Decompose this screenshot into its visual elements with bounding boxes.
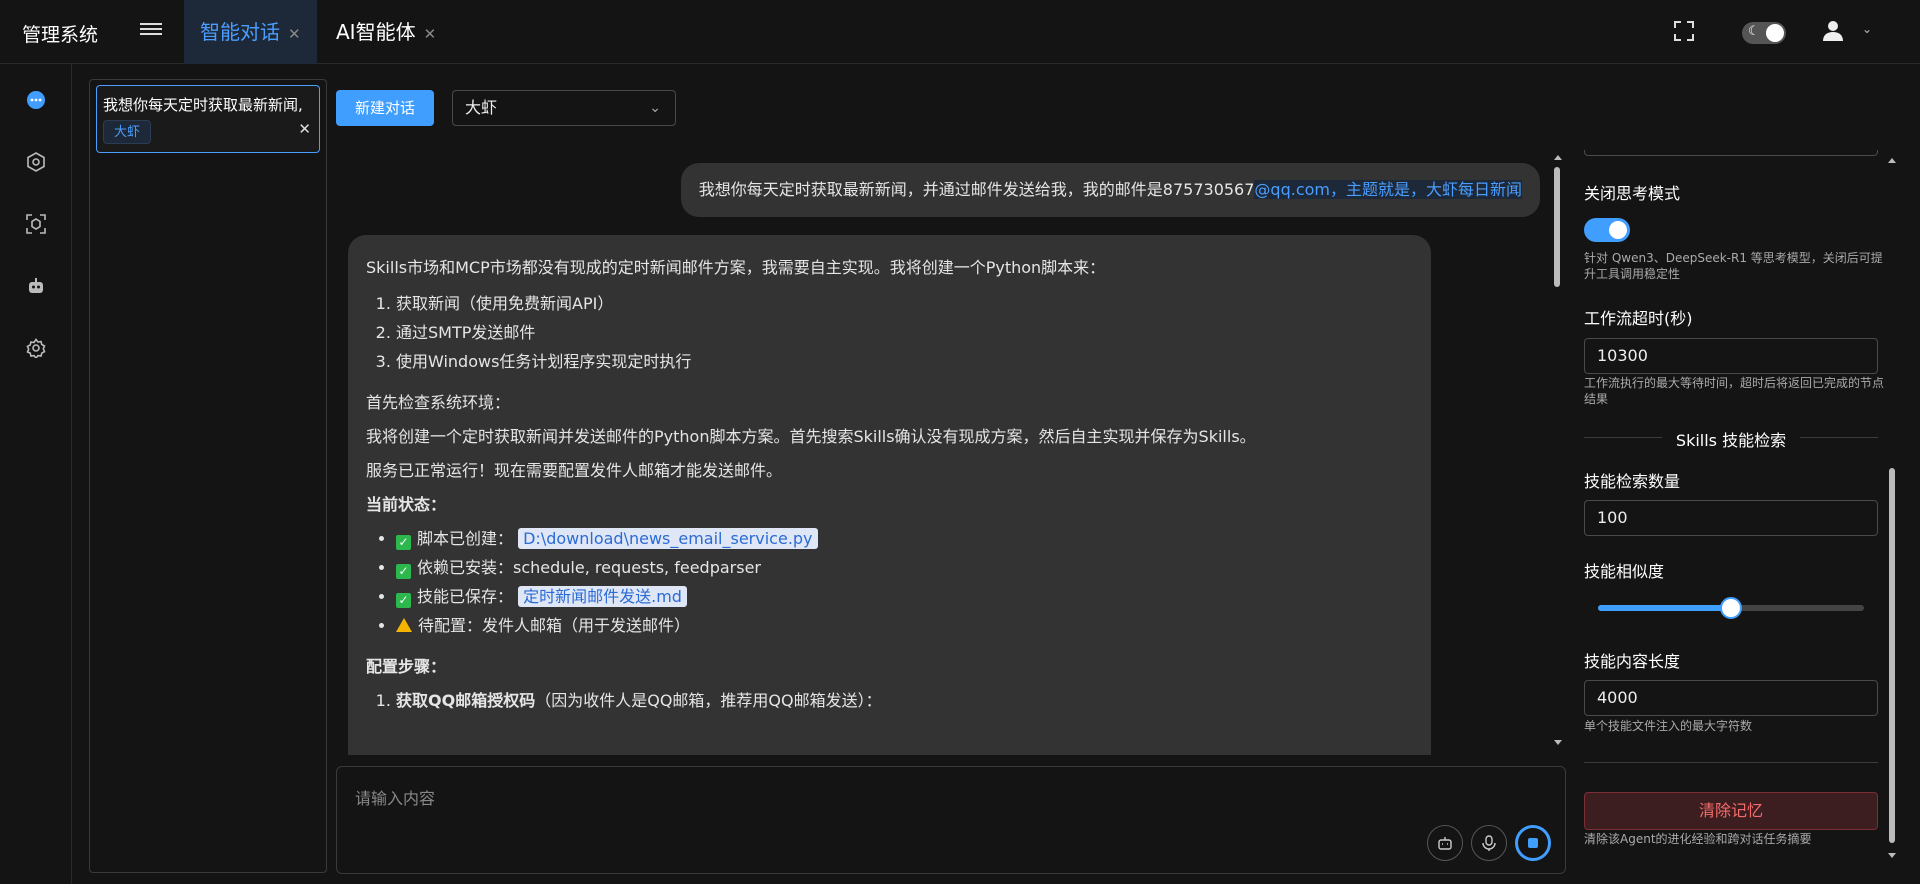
- chevron-down-icon[interactable]: ⌄: [1862, 22, 1872, 36]
- check-icon: ✓: [396, 535, 411, 550]
- clear-memory-hint: 清除该Agent的进化经验和跨对话任务摘要: [1584, 832, 1812, 846]
- think-mode-hint: 针对 Qwen3、DeepSeek-R1 等思考模型，关闭后可提升工具调用稳定性: [1584, 251, 1883, 281]
- tab-ai-agent[interactable]: AI智能体 ✕: [320, 0, 452, 64]
- length-input[interactable]: 4000: [1584, 680, 1878, 716]
- close-icon[interactable]: ✕: [424, 25, 437, 43]
- list-item: ✓脚本已创建： D:\download\news_email_service.p…: [396, 524, 1413, 553]
- conversation-title: 我想你每天定时获取最新新闻,: [103, 96, 303, 114]
- check-icon: ✓: [396, 564, 411, 579]
- theme-toggle-icon[interactable]: ☾: [1742, 22, 1786, 44]
- think-mode-toggle[interactable]: [1584, 218, 1630, 242]
- stop-icon: [1528, 838, 1538, 848]
- message-line: 首先检查系统环境：: [366, 393, 511, 412]
- list-item: ✓依赖已安装：schedule, requests, feedparser: [396, 553, 1413, 582]
- close-icon[interactable]: ✕: [298, 120, 311, 138]
- config-list: 获取QQ邮箱授权码（因为收件人是QQ邮箱，推荐用QQ邮箱发送）：: [396, 686, 1413, 715]
- chevron-down-icon: ⌄: [649, 100, 661, 116]
- count-input[interactable]: 100: [1584, 500, 1878, 536]
- menu-toggle-icon[interactable]: [140, 20, 162, 42]
- count-label: 技能检索数量: [1584, 472, 1681, 491]
- user-message-text: 我想你每天定时获取最新新闻，并通过邮件发送给我，我的邮件是875730567: [698, 180, 1255, 199]
- conversation-list: 我想你每天定时获取最新新闻, 大虾 ✕: [89, 79, 327, 873]
- similarity-slider[interactable]: [1598, 597, 1864, 619]
- plan-list: 获取新闻（使用免费新闻API） 通过SMTP发送邮件 使用Windows任务计划…: [396, 289, 1413, 376]
- timeout-hint: 工作流执行的最大等待时间，超时后将返回已完成的节点结果: [1584, 376, 1885, 406]
- new-chat-button[interactable]: 新建对话: [336, 90, 434, 126]
- chat-icon[interactable]: [24, 88, 48, 112]
- chat-messages[interactable]: 我想你每天定时获取最新新闻，并通过邮件发送给我，我的邮件是875730567@q…: [336, 145, 1558, 755]
- status-list: ✓脚本已创建： D:\download\news_email_service.p…: [396, 524, 1413, 640]
- sidebar: [0, 64, 72, 884]
- message-line: 服务已正常运行！现在需要配置发件人邮箱才能发送邮件。: [366, 461, 783, 480]
- microphone-button[interactable]: [1471, 825, 1507, 861]
- top-bar: 管理系统 智能对话 ✕ AI智能体 ✕ ☾ ⌄: [0, 0, 1920, 64]
- agent-select[interactable]: 大虾 ⌄: [452, 90, 676, 126]
- list-item: 使用Windows任务计划程序实现定时执行: [396, 347, 1413, 376]
- list-item: 获取新闻（使用免费新闻API）: [396, 289, 1413, 318]
- workflow-icon[interactable]: [24, 150, 48, 174]
- think-mode-label: 关闭思考模式: [1584, 184, 1681, 203]
- fullscreen-icon[interactable]: [1673, 20, 1695, 46]
- gear-icon[interactable]: [24, 336, 48, 360]
- message-line: 我将创建一个定时获取新闻并发送邮件的Python脚本方案。首先搜索Skills确…: [366, 427, 1256, 446]
- agent-tag: 大虾: [103, 120, 152, 144]
- email-link[interactable]: @qq.com，主题就是，大虾每日新闻: [1254, 180, 1522, 199]
- script-path[interactable]: D:\download\news_email_service.py: [518, 528, 818, 549]
- slider-fill: [1598, 605, 1731, 611]
- tab-label: AI智能体: [336, 20, 416, 44]
- list-item: ✓技能已保存： 定时新闻邮件发送.md: [396, 582, 1413, 611]
- app-title: 管理系统: [22, 24, 99, 46]
- check-icon: ✓: [396, 593, 411, 608]
- message-intro: Skills市场和MCP市场都没有现成的定时新闻邮件方案，我需要自主实现。我将创…: [366, 258, 1106, 277]
- close-icon[interactable]: ✕: [288, 25, 301, 43]
- list-item: 获取QQ邮箱授权码（因为收件人是QQ邮箱，推荐用QQ邮箱发送）：: [396, 686, 1413, 715]
- timeout-input[interactable]: 10300: [1584, 338, 1878, 374]
- divider: [1584, 762, 1878, 763]
- agent-select-value: 大虾: [465, 98, 498, 117]
- tab-label: 智能对话: [200, 20, 280, 44]
- robot-tool-button[interactable]: [1427, 825, 1463, 861]
- length-label: 技能内容长度: [1584, 652, 1681, 671]
- robot-icon[interactable]: [24, 274, 48, 298]
- list-item: 通过SMTP发送邮件: [396, 318, 1413, 347]
- length-hint: 单个技能文件注入的最大字符数: [1584, 719, 1753, 733]
- status-heading: 当前状态：: [366, 495, 447, 514]
- section-title: Skills 技能检索: [1584, 427, 1878, 451]
- skill-file[interactable]: 定时新闻邮件发送.md: [518, 586, 687, 607]
- config-heading: 配置步骤：: [366, 657, 447, 676]
- moon-icon: ☾: [1748, 24, 1760, 39]
- list-item[interactable]: 我想你每天定时获取最新新闻, 大虾 ✕: [96, 85, 320, 153]
- settings-scrollbar[interactable]: [1888, 150, 1896, 860]
- warning-icon: [396, 618, 412, 632]
- list-item: 待配置：发件人邮箱（用于发送邮件）: [396, 611, 1413, 640]
- user-message: 我想你每天定时获取最新新闻，并通过邮件发送给我，我的邮件是875730567@q…: [680, 163, 1540, 217]
- tab-smart-chat[interactable]: 智能对话 ✕: [184, 0, 317, 64]
- chat-scrollbar[interactable]: [1553, 155, 1562, 745]
- assistant-message: Skills市场和MCP市场都没有现成的定时新闻邮件方案，我需要自主实现。我将创…: [348, 235, 1431, 755]
- timeout-label: 工作流超时(秒): [1584, 309, 1693, 328]
- message-input[interactable]: 请输入内容: [336, 766, 1566, 874]
- user-icon[interactable]: [1823, 20, 1843, 46]
- scan-icon[interactable]: [24, 212, 48, 236]
- similarity-label: 技能相似度: [1584, 562, 1665, 581]
- stop-button[interactable]: [1515, 825, 1551, 861]
- settings-panel: 关闭思考模式 针对 Qwen3、DeepSeek-R1 等思考模型，关闭后可提升…: [1570, 150, 1890, 860]
- input-placeholder: 请输入内容: [355, 789, 436, 808]
- clear-memory-button[interactable]: 清除记忆: [1584, 792, 1878, 830]
- slider-handle[interactable]: [1720, 597, 1742, 619]
